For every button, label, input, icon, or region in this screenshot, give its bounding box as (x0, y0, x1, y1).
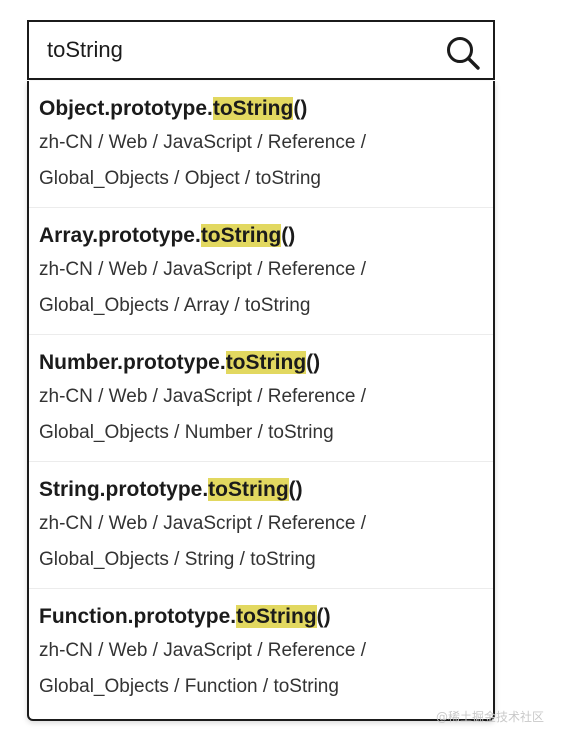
result-item-number[interactable]: Number.prototype.toString() zh-CN / Web … (29, 335, 493, 462)
result-item-object[interactable]: Object.prototype.toString() zh-CN / Web … (29, 81, 493, 208)
search-results-dropdown: Object.prototype.toString() zh-CN / Web … (27, 81, 495, 721)
result-path-line: Global_Objects / Object / toString (39, 168, 321, 189)
result-title-suffix: () (316, 605, 331, 628)
search-input[interactable] (47, 34, 427, 66)
result-path-line: zh-CN / Web / JavaScript / Reference / (39, 132, 366, 153)
result-title-prefix: Function.prototype. (39, 605, 237, 628)
result-path-line: Global_Objects / Array / toString (39, 295, 311, 316)
result-title-suffix: () (293, 97, 308, 120)
result-item-function[interactable]: Function.prototype.toString() zh-CN / We… (29, 589, 493, 716)
result-path-line: zh-CN / Web / JavaScript / Reference / (39, 259, 366, 280)
result-path-line: Global_Objects / String / toString (39, 549, 316, 570)
result-item-array[interactable]: Array.prototype.toString() zh-CN / Web /… (29, 208, 493, 335)
result-title-match: toString (225, 351, 307, 374)
result-path: zh-CN / Web / JavaScript / Reference / G… (39, 379, 493, 451)
result-title-prefix: Array.prototype. (39, 224, 201, 247)
result-title-match: toString (208, 478, 289, 501)
search-box[interactable] (27, 20, 495, 80)
result-title: Number.prototype.toString() (39, 349, 493, 377)
result-title-match: toString (212, 97, 294, 120)
search-icon[interactable] (445, 35, 481, 71)
result-path: zh-CN / Web / JavaScript / Reference / G… (39, 633, 493, 705)
result-path-line: zh-CN / Web / JavaScript / Reference / (39, 513, 366, 534)
result-title: Function.prototype.toString() (39, 603, 493, 631)
result-path-line: zh-CN / Web / JavaScript / Reference / (39, 386, 366, 407)
result-title: Array.prototype.toString() (39, 222, 493, 250)
result-title-suffix: () (281, 224, 296, 247)
result-path: zh-CN / Web / JavaScript / Reference / G… (39, 252, 493, 324)
result-path-line: Global_Objects / Function / toString (39, 676, 339, 697)
result-path: zh-CN / Web / JavaScript / Reference / G… (39, 506, 493, 578)
result-title-suffix: () (306, 351, 321, 374)
watermark: @稀土掘金技术社区 (435, 710, 544, 724)
result-title-suffix: () (288, 478, 303, 501)
result-title-match: toString (200, 224, 282, 247)
result-title-prefix: Object.prototype. (39, 97, 213, 120)
result-path-line: Global_Objects / Number / toString (39, 422, 334, 443)
result-title-prefix: Number.prototype. (39, 351, 226, 374)
result-path: zh-CN / Web / JavaScript / Reference / G… (39, 125, 493, 197)
result-title: String.prototype.toString() (39, 476, 493, 504)
result-path-line: zh-CN / Web / JavaScript / Reference / (39, 640, 366, 661)
result-item-string[interactable]: String.prototype.toString() zh-CN / Web … (29, 462, 493, 589)
result-title: Object.prototype.toString() (39, 95, 493, 123)
result-title-match: toString (236, 605, 317, 628)
result-title-prefix: String.prototype. (39, 478, 209, 501)
